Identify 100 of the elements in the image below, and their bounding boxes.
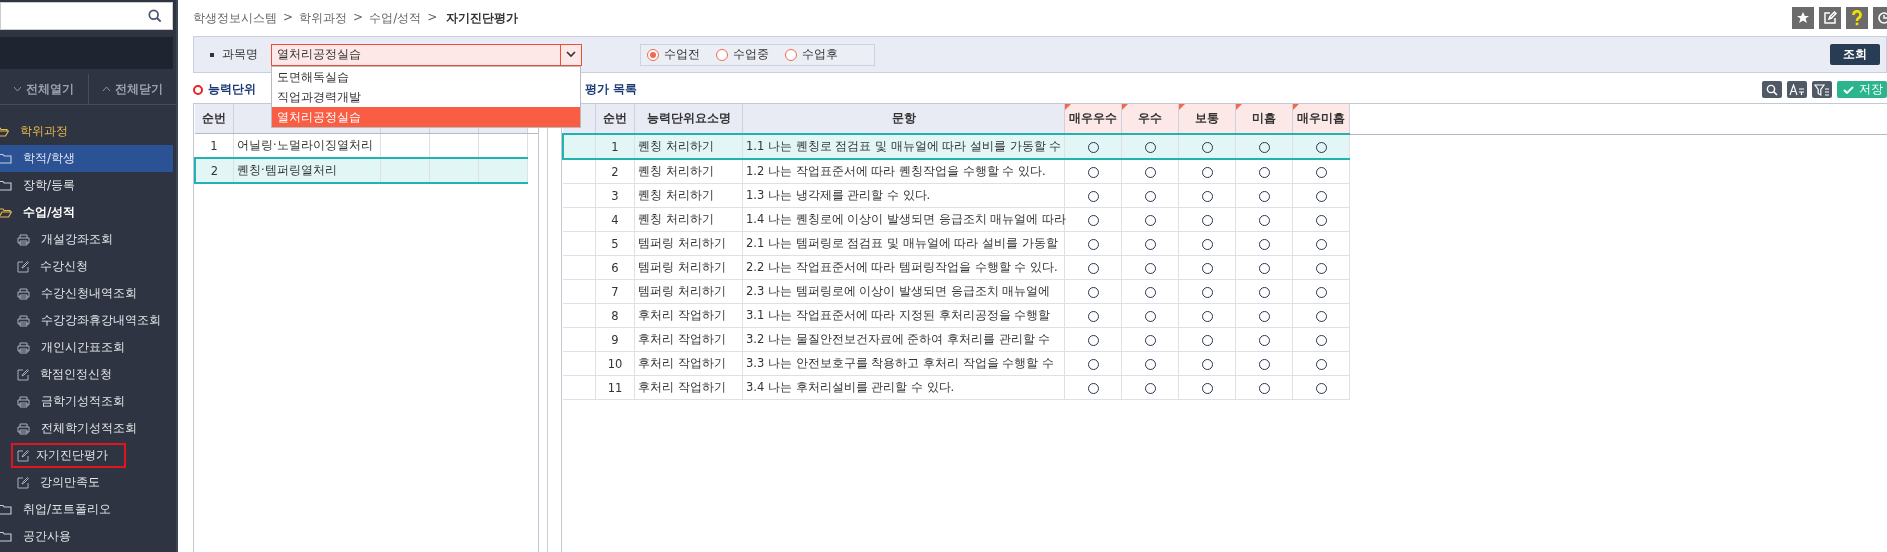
table-cell: 후처리 작업하기 (634, 327, 743, 352)
table-cell: 후처리 작업하기 (634, 303, 743, 328)
table-row[interactable]: 6 템퍼링 처리하기 2.2 나는 작업표준서에 따라 템퍼링작업을 수행할 수 있다. (563, 255, 1887, 280)
folder-icon (0, 504, 12, 515)
section-title: 능력단위 (208, 81, 256, 98)
table-row[interactable]: 10 후처리 작업하기 3.3 나는 안전보호구를 착용하고 후처리 작업을 수행할 수 (563, 351, 1887, 376)
table-cell: 11 (595, 375, 635, 400)
printer-icon (17, 314, 30, 327)
folder-icon (0, 180, 12, 191)
folder-icon (0, 531, 12, 542)
search-field[interactable] (0, 2, 173, 30)
chevron-down-icon (13, 86, 23, 92)
table-cell: 9 (595, 327, 635, 352)
menu-item[interactable]: 학점인정신청 (0, 361, 173, 388)
breadcrumb-separator: > (427, 9, 438, 26)
menu-item[interactable]: 장학/등록 (0, 172, 173, 199)
column-header: 보통 (1178, 104, 1236, 134)
menu-item[interactable]: 학적/학생 (0, 145, 173, 172)
breadcrumb-item[interactable]: 학위과정 (299, 9, 348, 27)
table-row[interactable]: 4 퀜칭 처리하기 1.4 나는 퀜칭로에 이상이 발생되면 응급조치 매뉴얼에 따라 (563, 207, 1887, 232)
column-header: 우수 (1121, 104, 1179, 134)
table-row[interactable]: 7 템퍼링 처리하기 2.3 나는 템퍼링로에 이상이 발생되면 응급조치 매뉴얼에 (563, 279, 1887, 304)
table-cell: 3.3 나는 안전보호구를 착용하고 후처리 작업을 수행할 수 (742, 351, 1065, 376)
query-button[interactable]: 조회 (1830, 44, 1880, 65)
expand-all-button[interactable]: 전체열기 (0, 74, 88, 104)
edit-icon (17, 449, 29, 462)
table-row[interactable]: 2 퀜칭 처리하기 1.2 나는 작업표준서에 따라 퀜칭작업을 수행할 수 있다. (563, 159, 1887, 184)
radio-icon[interactable] (647, 48, 659, 61)
breadcrumb-separator: > (353, 9, 364, 26)
phase-radio[interactable]: 수업전 (647, 46, 700, 63)
menu-item[interactable]: 개인시간표조회 (0, 334, 173, 361)
table-cell: 7 (595, 279, 635, 304)
search-icon[interactable] (1762, 81, 1782, 98)
menu-item[interactable]: 강의만족도 (0, 469, 173, 496)
menu-item[interactable]: 전체학기성적조회 (0, 415, 173, 442)
table-cell: 1.2 나는 작업표준서에 따라 퀜칭작업을 수행할 수 있다. (742, 159, 1065, 184)
filter-icon[interactable] (1812, 81, 1832, 98)
chevron-up-icon (101, 86, 111, 92)
course-select[interactable]: 열처리공정실습 (271, 43, 582, 66)
table-cell: 퀜칭·템퍼링열처리 (233, 158, 381, 183)
edit-icon (17, 368, 29, 381)
breadcrumb-separator: > (283, 9, 294, 26)
menu-item[interactable]: 수강신청 (0, 253, 173, 280)
menu-item[interactable]: 수업/성적 (0, 199, 173, 226)
caret-icon (566, 51, 576, 58)
breadcrumb-item[interactable]: 수업/성적 (369, 9, 422, 27)
edit-icon (17, 260, 29, 273)
column-header: 순번 (595, 104, 635, 134)
column-header: 문항 (742, 104, 1065, 134)
table-row[interactable]: 3 퀜칭 처리하기 1.3 나는 냉각제를 관리할 수 있다. (563, 183, 1887, 208)
field-label: 과목명 (222, 46, 258, 63)
table-cell: 2.1 나는 템퍼링로 점검표 및 매뉴얼에 따라 설비를 가동할 (742, 231, 1065, 256)
search-icon[interactable] (148, 9, 162, 23)
table-cell: 10 (595, 351, 635, 376)
menu-item[interactable]: 공간사용 (0, 523, 173, 550)
radio-icon[interactable] (785, 48, 797, 61)
phase-radio[interactable]: 수업중 (716, 46, 769, 63)
printer-icon (17, 287, 30, 300)
printer-icon (17, 395, 30, 408)
table-row[interactable]: 1 퀜칭 처리하기 1.1 나는 퀜칭로 점검표 및 매뉴얼에 따라 설비를 가동할 수 (563, 134, 1887, 159)
table-cell: 퀜칭 처리하기 (634, 207, 743, 232)
help-icon[interactable] (1846, 7, 1868, 29)
breadcrumb-item: 자기진단평가 (446, 9, 519, 27)
table-cell: 1.3 나는 냉각제를 관리할 수 있다. (742, 183, 1065, 208)
table-cell: 1.1 나는 퀜칭로 점검표 및 매뉴얼에 따라 설비를 가동할 수 (742, 134, 1065, 159)
table-cell: 후처리 작업하기 (634, 375, 743, 400)
edit-icon[interactable] (1819, 7, 1841, 29)
column-header: 미흡 (1235, 104, 1293, 134)
column-header: 매우미흡 (1292, 104, 1350, 134)
menu-item[interactable]: 학위과정 (0, 118, 173, 145)
breadcrumb-item[interactable]: 학생정보시스템 (193, 9, 277, 27)
table-cell: 1 (595, 134, 635, 159)
table-cell: 3.1 나는 작업표준서에 따라 지정된 후처리공정을 수행할 (742, 303, 1065, 328)
table-cell: 4 (595, 207, 635, 232)
table-cell: 템퍼링 처리하기 (634, 231, 743, 256)
table-row[interactable]: 8 후처리 작업하기 3.1 나는 작업표준서에 따라 지정된 후처리공정을 수행할 (563, 303, 1887, 328)
column-header: 순번 (195, 104, 234, 134)
menu-item[interactable]: 금학기성적조회 (0, 388, 173, 415)
table-cell: 3 (595, 183, 635, 208)
column-header: 능력단위요소명 (634, 104, 743, 134)
dropdown-option[interactable]: 직업과경력개발 (272, 86, 580, 107)
table-row[interactable]: 9 후처리 작업하기 3.2 나는 물질안전보건자료에 준하여 후처리를 관리할 수 (563, 327, 1887, 352)
collapse-all-button[interactable]: 전체닫기 (87, 74, 176, 104)
section-title: 평가 목록 (585, 81, 638, 98)
table-cell: 5 (595, 231, 635, 256)
menu-item[interactable]: 개설강좌조회 (0, 226, 173, 253)
table-cell: 퀜칭 처리하기 (634, 159, 743, 184)
menu-item[interactable]: 취업/포트폴리오 (0, 496, 173, 523)
dropdown-option[interactable]: 도면해독실습 (272, 66, 580, 87)
table-cell: 8 (595, 303, 635, 328)
radio-icon[interactable] (716, 48, 728, 61)
phase-radio[interactable]: 수업후 (785, 46, 838, 63)
open-folder-icon (0, 207, 12, 218)
table-row[interactable]: 11 후처리 작업하기 3.4 나는 후처리설비를 관리할 수 있다. (563, 375, 1887, 400)
menu-item[interactable]: 수강강좌휴강내역조회 (0, 307, 173, 334)
table-row[interactable]: 2 퀜칭·템퍼링열처리 (195, 158, 538, 183)
font-size-icon[interactable] (1787, 81, 1807, 98)
table-row[interactable]: 5 템퍼링 처리하기 2.1 나는 템퍼링로 점검표 및 매뉴얼에 따라 설비를 가동할 (563, 231, 1887, 256)
menu-item[interactable]: 수강신청내역조회 (0, 280, 173, 307)
table-cell: 템퍼링 처리하기 (634, 255, 743, 280)
